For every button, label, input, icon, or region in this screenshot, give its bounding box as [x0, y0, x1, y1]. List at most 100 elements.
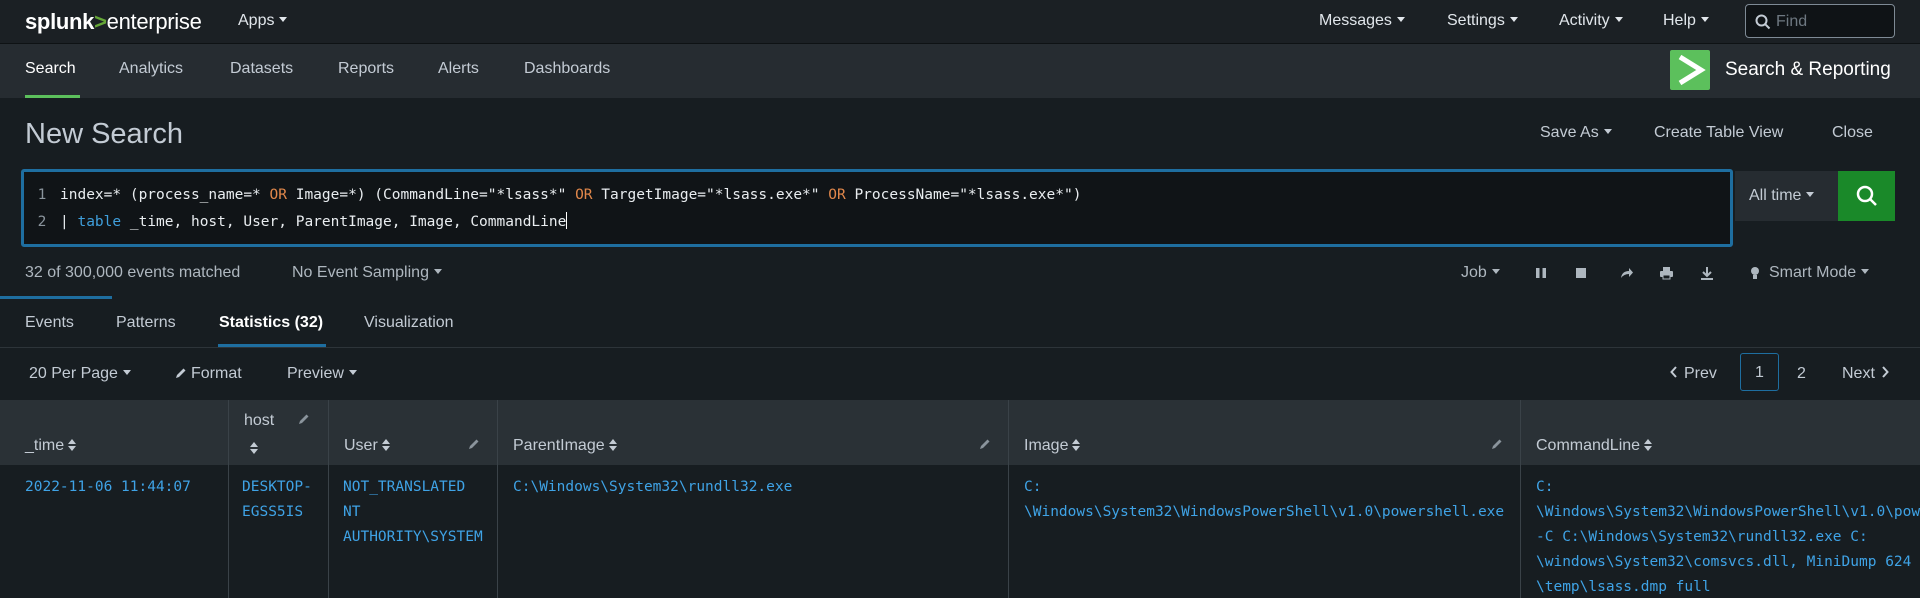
query-text: Image=*) (CommandLine="*lsass*"	[286, 187, 576, 203]
table-header	[0, 400, 1920, 465]
lightbulb-icon	[1751, 267, 1759, 279]
cell-image[interactable]: C: \Windows\System32\WindowsPowerShell\v…	[1024, 475, 1504, 525]
column-divider	[328, 400, 329, 598]
query-line-2: 2 | table _time, host, User, ParentImage,…	[24, 212, 568, 230]
cell-commandline[interactable]: C: \Windows\System32\WindowsPowerShell\v…	[1536, 475, 1920, 598]
active-tab-indicator	[25, 95, 80, 98]
chevron-down-icon	[1806, 192, 1815, 197]
tab-events[interactable]: Events	[25, 314, 74, 332]
search-mode-dropdown[interactable]: Smart Mode	[1769, 264, 1870, 282]
chevron-left-icon	[1670, 366, 1677, 378]
column-divider	[1520, 400, 1521, 598]
event-sampling-label: No Event Sampling	[292, 264, 429, 281]
top-bar	[0, 0, 1920, 44]
settings-menu[interactable]: Settings	[1447, 12, 1518, 30]
stop-icon[interactable]	[1575, 266, 1587, 280]
tab-reports[interactable]: Reports	[338, 60, 394, 78]
chevron-down-icon	[1861, 269, 1870, 274]
column-header-host[interactable]: host	[244, 412, 274, 430]
sort-icon	[68, 439, 77, 451]
chevron-down-icon	[1491, 269, 1500, 274]
column-header-parentimage[interactable]: ParentImage	[513, 437, 617, 455]
per-page-dropdown[interactable]: 20 Per Page	[29, 365, 131, 383]
pencil-icon	[176, 368, 186, 378]
cell-user[interactable]: NOT_TRANSLATED NT AUTHORITY\SYSTEM	[343, 475, 483, 550]
column-header-label: User	[344, 437, 378, 454]
column-header-label: ParentImage	[513, 437, 605, 454]
page-2-button[interactable]: 2	[1797, 365, 1806, 383]
chevron-down-icon	[279, 17, 288, 22]
format-button[interactable]: Format	[175, 365, 242, 383]
chevron-down-icon	[1396, 17, 1405, 22]
cell-time[interactable]: 2022-11-06 11:44:07	[25, 475, 191, 500]
column-divider	[497, 400, 498, 598]
app-logo[interactable]	[1670, 50, 1710, 90]
download-icon[interactable]	[1700, 266, 1714, 280]
query-keyword: OR	[269, 187, 287, 203]
job-menu[interactable]: Job	[1461, 264, 1500, 282]
messages-menu[interactable]: Messages	[1319, 12, 1405, 30]
next-page-button[interactable]: Next	[1842, 365, 1889, 383]
cell-parentimage[interactable]: C:\Windows\System32\rundll32.exe	[513, 475, 792, 500]
help-menu-label: Help	[1663, 12, 1696, 29]
apps-menu-label: Apps	[238, 12, 275, 29]
splunk-logo[interactable]: splunk>enterprise	[25, 9, 202, 35]
create-table-view-button[interactable]: Create Table View	[1654, 124, 1783, 142]
chevron-down-icon	[433, 269, 442, 274]
line-number: 1	[37, 187, 47, 203]
preview-dropdown[interactable]: Preview	[287, 365, 357, 383]
tab-visualization[interactable]: Visualization	[364, 314, 454, 332]
save-as-label: Save As	[1540, 124, 1599, 141]
page-title: New Search	[25, 118, 183, 150]
cell-host[interactable]: DESKTOP- EGSS5IS	[242, 475, 312, 525]
divider	[0, 347, 1920, 348]
column-header-commandline[interactable]: CommandLine	[1536, 437, 1653, 455]
chevron-down-icon	[122, 370, 131, 375]
save-as-button[interactable]: Save As	[1540, 124, 1612, 142]
events-matched-count: 32 of 300,000 events matched	[25, 264, 241, 281]
help-menu[interactable]: Help	[1663, 12, 1709, 30]
search-icon	[1755, 14, 1771, 30]
close-button[interactable]: Close	[1832, 124, 1873, 142]
tab-patterns[interactable]: Patterns	[116, 314, 176, 332]
column-header-label: _time	[25, 437, 65, 454]
edit-column-icon[interactable]	[1491, 438, 1503, 450]
activity-menu-label: Activity	[1559, 12, 1610, 29]
edit-column-icon[interactable]	[468, 438, 480, 450]
tab-search[interactable]: Search	[25, 60, 76, 78]
edit-column-icon[interactable]	[979, 438, 991, 450]
preview-label: Preview	[287, 365, 344, 382]
prev-page-button[interactable]: Prev	[1670, 365, 1717, 383]
sort-icon[interactable]	[250, 442, 258, 454]
tab-datasets[interactable]: Datasets	[230, 60, 293, 78]
activity-menu[interactable]: Activity	[1559, 12, 1623, 30]
column-header-time[interactable]: _time	[25, 437, 77, 455]
chevron-down-icon	[348, 370, 357, 375]
query-text: TargetImage="*lsass.exe*"	[592, 187, 829, 203]
per-page-label: 20 Per Page	[29, 365, 118, 382]
tab-statistics[interactable]: Statistics (32)	[219, 314, 323, 332]
query-text: _time, host, User, ParentImage, Image, C…	[121, 214, 567, 230]
event-sampling-dropdown[interactable]: No Event Sampling	[292, 264, 442, 282]
time-range-picker[interactable]: All time	[1735, 171, 1838, 221]
tab-alerts[interactable]: Alerts	[438, 60, 479, 78]
print-icon[interactable]	[1659, 266, 1674, 280]
find-input[interactable]: Find	[1745, 4, 1895, 38]
column-header-user[interactable]: User	[344, 437, 390, 455]
messages-menu-label: Messages	[1319, 12, 1392, 29]
app-title[interactable]: Search & Reporting	[1725, 59, 1891, 81]
tab-dashboards[interactable]: Dashboards	[524, 60, 610, 78]
search-icon	[1856, 185, 1877, 206]
share-icon[interactable]	[1620, 266, 1634, 280]
edit-column-icon[interactable]	[298, 413, 310, 425]
logo-product-text: enterprise	[106, 9, 202, 34]
search-query-editor[interactable]: 1 index=* (process_name=* OR Image=*) (Co…	[21, 169, 1733, 247]
pause-icon[interactable]	[1535, 266, 1547, 280]
apps-menu[interactable]: Apps	[238, 12, 288, 30]
search-button[interactable]	[1838, 171, 1895, 221]
text-cursor	[566, 212, 568, 229]
chevron-down-icon	[1603, 129, 1612, 134]
tab-analytics[interactable]: Analytics	[119, 60, 183, 78]
column-header-image[interactable]: Image	[1024, 437, 1081, 455]
page-1-button[interactable]: 1	[1740, 353, 1779, 391]
